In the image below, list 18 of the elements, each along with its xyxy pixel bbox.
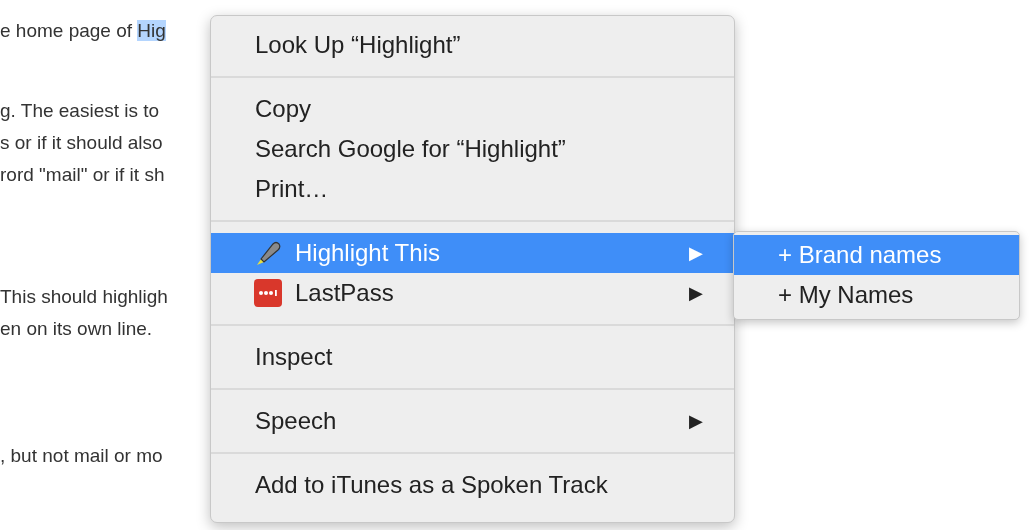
menu-item[interactable]: Speech ▶ <box>211 401 734 441</box>
menu-item[interactable]: Copy <box>211 89 734 129</box>
body-text: , but not mail or mo <box>0 445 163 466</box>
body-text: en on its own line. <box>0 318 153 339</box>
body-text: e home page of <box>0 20 134 41</box>
menu-item[interactable]: Print… <box>211 169 734 209</box>
menu-item[interactable]: Add to iTunes as a Spoken Track <box>211 465 734 505</box>
menu-item[interactable]: LastPass ▶ <box>211 273 734 313</box>
body-text: rord "mail" or if it sh <box>0 164 165 185</box>
menu-item[interactable]: Inspect <box>211 337 734 377</box>
menu-item[interactable]: Search Google for “Highlight” <box>211 129 734 169</box>
menu-item[interactable]: Look Up “Highlight” <box>211 25 734 65</box>
body-text: This should highligh <box>0 286 168 307</box>
body-text: s or if it should also <box>0 132 163 153</box>
menu-item[interactable]: + My Names <box>734 275 1019 315</box>
selected-text: Hig <box>137 20 166 41</box>
dots-icon <box>253 278 283 308</box>
body-text: g. The easiest is to <box>0 100 160 121</box>
